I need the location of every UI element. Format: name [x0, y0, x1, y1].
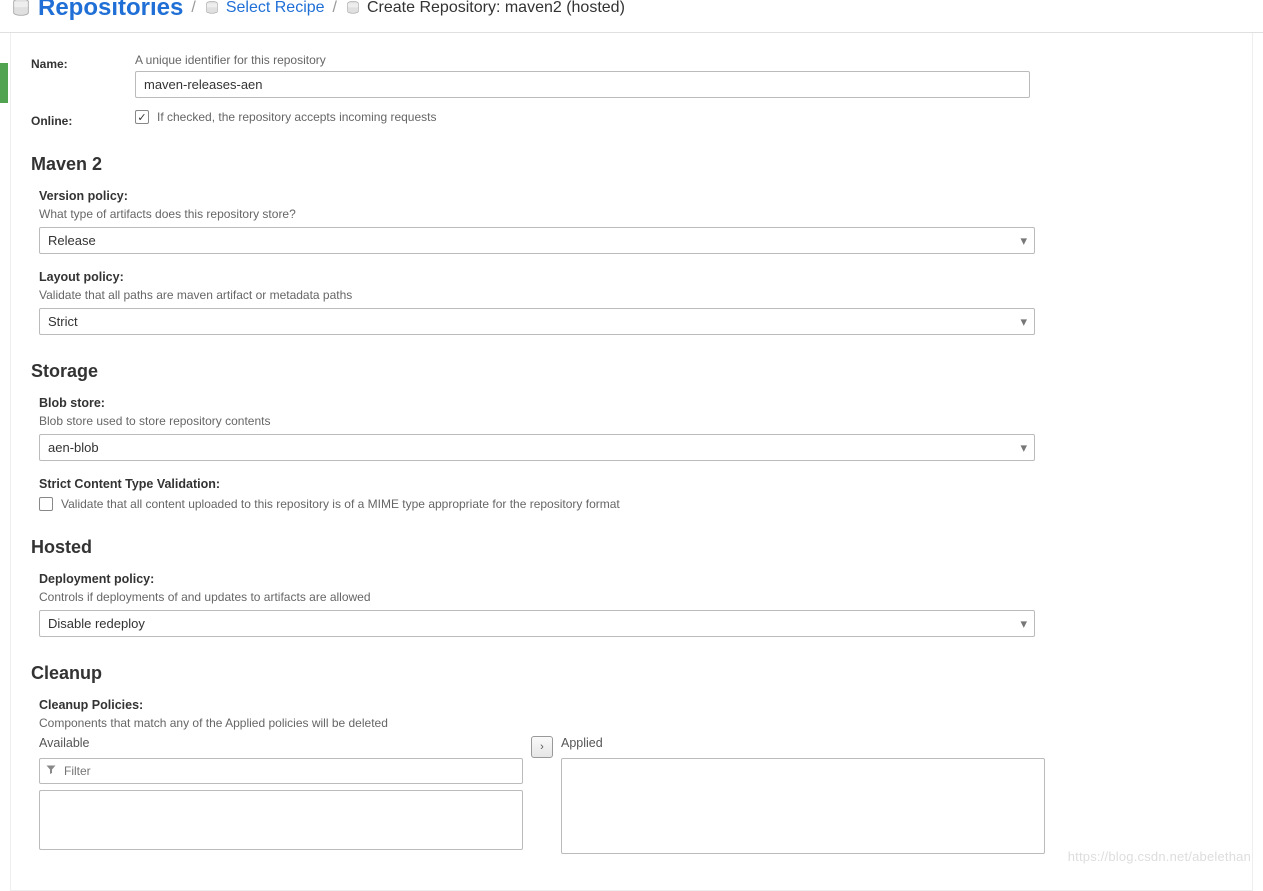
chevron-right-icon: ›	[540, 741, 544, 753]
available-column: Available	[39, 736, 523, 850]
version-policy-label: Version policy:	[39, 189, 1232, 203]
deployment-policy-select[interactable]: Disable redeploy	[39, 610, 1035, 637]
breadcrumb-root[interactable]: Repositories	[10, 0, 183, 22]
cleanup-policies-help: Components that match any of the Applied…	[39, 716, 1232, 730]
deployment-policy-help: Controls if deployments of and updates t…	[39, 590, 1232, 604]
layout-policy-label: Layout policy:	[39, 270, 1232, 284]
section-title-storage: Storage	[31, 361, 1232, 382]
filter-icon	[45, 764, 57, 779]
available-listbox[interactable]	[39, 790, 523, 850]
name-input[interactable]	[135, 71, 1030, 98]
strict-validation-check-label: Validate that all content uploaded to th…	[61, 497, 620, 511]
breadcrumb-separator: /	[333, 0, 337, 17]
version-policy-group: Version policy: What type of artifacts d…	[39, 189, 1232, 254]
cleanup-policies-group: Cleanup Policies: Components that match …	[39, 698, 1232, 854]
active-indicator	[0, 63, 8, 103]
version-policy-select[interactable]: Release	[39, 227, 1035, 254]
strict-validation-group: Strict Content Type Validation: Validate…	[39, 477, 1232, 511]
strict-validation-label: Strict Content Type Validation:	[39, 477, 1232, 491]
layout-policy-help: Validate that all paths are maven artifa…	[39, 288, 1232, 302]
layout-policy-group: Layout policy: Validate that all paths a…	[39, 270, 1232, 335]
available-label: Available	[39, 736, 523, 750]
database-icon	[10, 0, 32, 19]
section-title-cleanup: Cleanup	[31, 663, 1232, 684]
name-help: A unique identifier for this repository	[135, 53, 1232, 67]
section-title-hosted: Hosted	[31, 537, 1232, 558]
move-right-button[interactable]: ›	[531, 736, 553, 758]
online-row: Online: ✓ If checked, the repository acc…	[31, 110, 1232, 128]
layout-policy-select[interactable]: Strict	[39, 308, 1035, 335]
deployment-policy-label: Deployment policy:	[39, 572, 1232, 586]
blob-store-help: Blob store used to store repository cont…	[39, 414, 1232, 428]
strict-validation-checkbox[interactable]	[39, 497, 53, 511]
blob-store-label: Blob store:	[39, 396, 1232, 410]
applied-listbox[interactable]	[561, 758, 1045, 854]
breadcrumb: Repositories / Select Recipe / Create Re…	[0, 0, 1263, 33]
breadcrumb-separator: /	[191, 0, 195, 17]
online-label: Online:	[31, 110, 135, 128]
breadcrumb-current: Create Repository: maven2 (hosted)	[345, 0, 625, 17]
section-title-maven2: Maven 2	[31, 154, 1232, 175]
watermark: https://blog.csdn.net/abelethan	[1068, 849, 1251, 864]
online-checkbox[interactable]: ✓	[135, 110, 149, 124]
database-icon	[345, 0, 361, 16]
breadcrumb-select-recipe[interactable]: Select Recipe	[204, 0, 325, 17]
breadcrumb-root-text: Repositories	[38, 0, 183, 22]
form-panel: Name: A unique identifier for this repos…	[10, 33, 1253, 891]
database-icon	[204, 0, 220, 16]
deployment-policy-group: Deployment policy: Controls if deploymen…	[39, 572, 1232, 637]
online-help: If checked, the repository accepts incom…	[157, 110, 436, 124]
cleanup-policies-label: Cleanup Policies:	[39, 698, 1232, 712]
breadcrumb-select-text: Select Recipe	[226, 0, 325, 17]
breadcrumb-current-text: Create Repository: maven2 (hosted)	[367, 0, 625, 17]
applied-column: Applied	[561, 736, 1045, 854]
blob-store-group: Blob store: Blob store used to store rep…	[39, 396, 1232, 461]
transfer-buttons: ›	[531, 736, 553, 760]
version-policy-help: What type of artifacts does this reposit…	[39, 207, 1232, 221]
filter-input[interactable]	[39, 758, 523, 784]
name-row: Name: A unique identifier for this repos…	[31, 53, 1232, 98]
blob-store-select[interactable]: aen-blob	[39, 434, 1035, 461]
applied-label: Applied	[561, 736, 1045, 750]
name-label: Name:	[31, 53, 135, 71]
